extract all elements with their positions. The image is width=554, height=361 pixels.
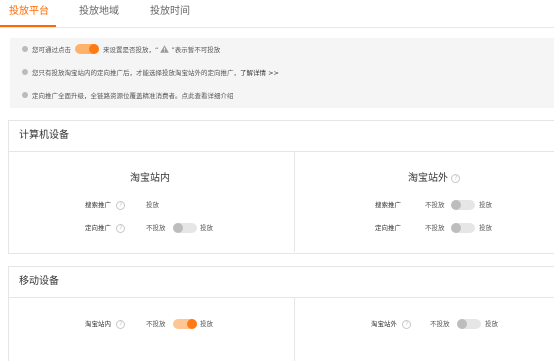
question-circle-icon[interactable]: ? [451,173,461,183]
toggle-knob [173,223,183,233]
panel-header: 移动设备 [9,267,554,298]
outside-search-toggle[interactable] [451,200,475,210]
off-label: 不投放 [430,320,450,328]
info-dot-icon [22,69,28,75]
off-label: 不投放 [425,224,445,232]
info-dot-icon [22,46,28,52]
on-label: 投放 [479,224,492,232]
column-divider [294,152,295,252]
search-promo-label: 搜索推广? [85,199,125,211]
question-circle-icon[interactable]: ? [116,319,125,329]
row-label-text: 搜索推广 [85,201,111,209]
column-title-outside: 淘宝站外 ? [408,172,461,186]
notice-box: 您可通过点击 来设置是否投放，“ ”表示暂不可投放 您只有投放淘宝站内的定向推广后，… [10,38,554,108]
off-label: 不投放 [146,320,166,328]
upgrade-info-link[interactable]: 定向推广全面升级，全链路资源位覆盖精准消费者。点此查看详细介绍 [32,92,234,100]
outside-targeted-toggle[interactable] [451,223,475,233]
on-label: 投放 [485,320,498,328]
learn-more-link[interactable]: 了解详情 >> [240,69,279,77]
tab-bar: 投放平台 投放地域 投放时间 [0,0,554,28]
on-label: 投放 [479,201,492,209]
column-title-text: 淘宝站外 [408,173,448,184]
question-circle-icon[interactable]: ? [116,223,125,233]
notice-text: ”表示暂不可投放 [171,46,221,54]
off-label: 不投放 [425,201,445,209]
toggle-knob [451,200,461,210]
notice-line-outside-rule: 您只有投放淘宝站内的定向推广后，才能选择投放淘宝站外的定向推广，了解详情 >> [22,66,279,80]
mobile-inside-toggle[interactable] [173,319,197,329]
notice-text: 您只有投放淘宝站内的定向推广后，才能选择投放淘宝站外的定向推广， [32,69,240,77]
on-label: 投放 [200,320,213,328]
toggle-knob [457,319,467,329]
outside-label: 淘宝站外? [371,318,411,330]
search-promo-label: 搜索推广 [375,201,401,209]
warning-triangle-icon [160,45,170,53]
panel-header: 计算机设备 [9,121,554,152]
tab-time[interactable]: 投放时间 [150,5,190,19]
row-label-text: 定向推广 [85,224,111,232]
active-tab-indicator [0,25,56,27]
row-label-text: 淘宝站内 [85,320,111,328]
on-label: 投放 [200,224,213,232]
search-promo-status: 投放 [146,201,159,209]
tab-region[interactable]: 投放地域 [79,5,119,19]
notice-text: 您可通过点击 [32,46,71,54]
notice-text: 来设置是否投放，“ [103,46,159,54]
targeted-promo-label: 定向推广 [375,224,401,232]
toggle-knob [451,223,461,233]
question-circle-icon[interactable]: ? [402,319,411,329]
computer-devices-panel: 计算机设备 淘宝站内 搜索推广? 投放 定向推广? 不投放 投放 淘宝站外 ? … [8,120,554,254]
tab-platform[interactable]: 投放平台 [9,5,49,19]
notice-line-upgrade: 定向推广全面升级，全链路资源位覆盖精准消费者。点此查看详细介绍 [22,89,234,103]
notice-line-toggle-hint: 您可通过点击 来设置是否投放，“ ”表示暂不可投放 [22,43,220,57]
inside-label: 淘宝站内? [85,318,125,330]
mobile-outside-toggle[interactable] [457,319,481,329]
panel-title: 计算机设备 [19,130,69,141]
column-title-inside: 淘宝站内 [130,173,170,184]
mobile-devices-panel: 移动设备 淘宝站内? 不投放 投放 淘宝站外? 不投放 投放 [8,266,554,361]
question-circle-icon[interactable]: ? [116,200,125,210]
toggle-knob [187,319,197,329]
inside-targeted-toggle[interactable] [173,223,197,233]
info-dot-icon [22,92,28,98]
row-label-text: 淘宝站外 [371,320,397,328]
off-label: 不投放 [146,224,166,232]
toggle-sample-icon [75,44,99,54]
column-divider [294,298,295,361]
targeted-promo-label: 定向推广? [85,222,125,234]
panel-title: 移动设备 [19,276,59,287]
